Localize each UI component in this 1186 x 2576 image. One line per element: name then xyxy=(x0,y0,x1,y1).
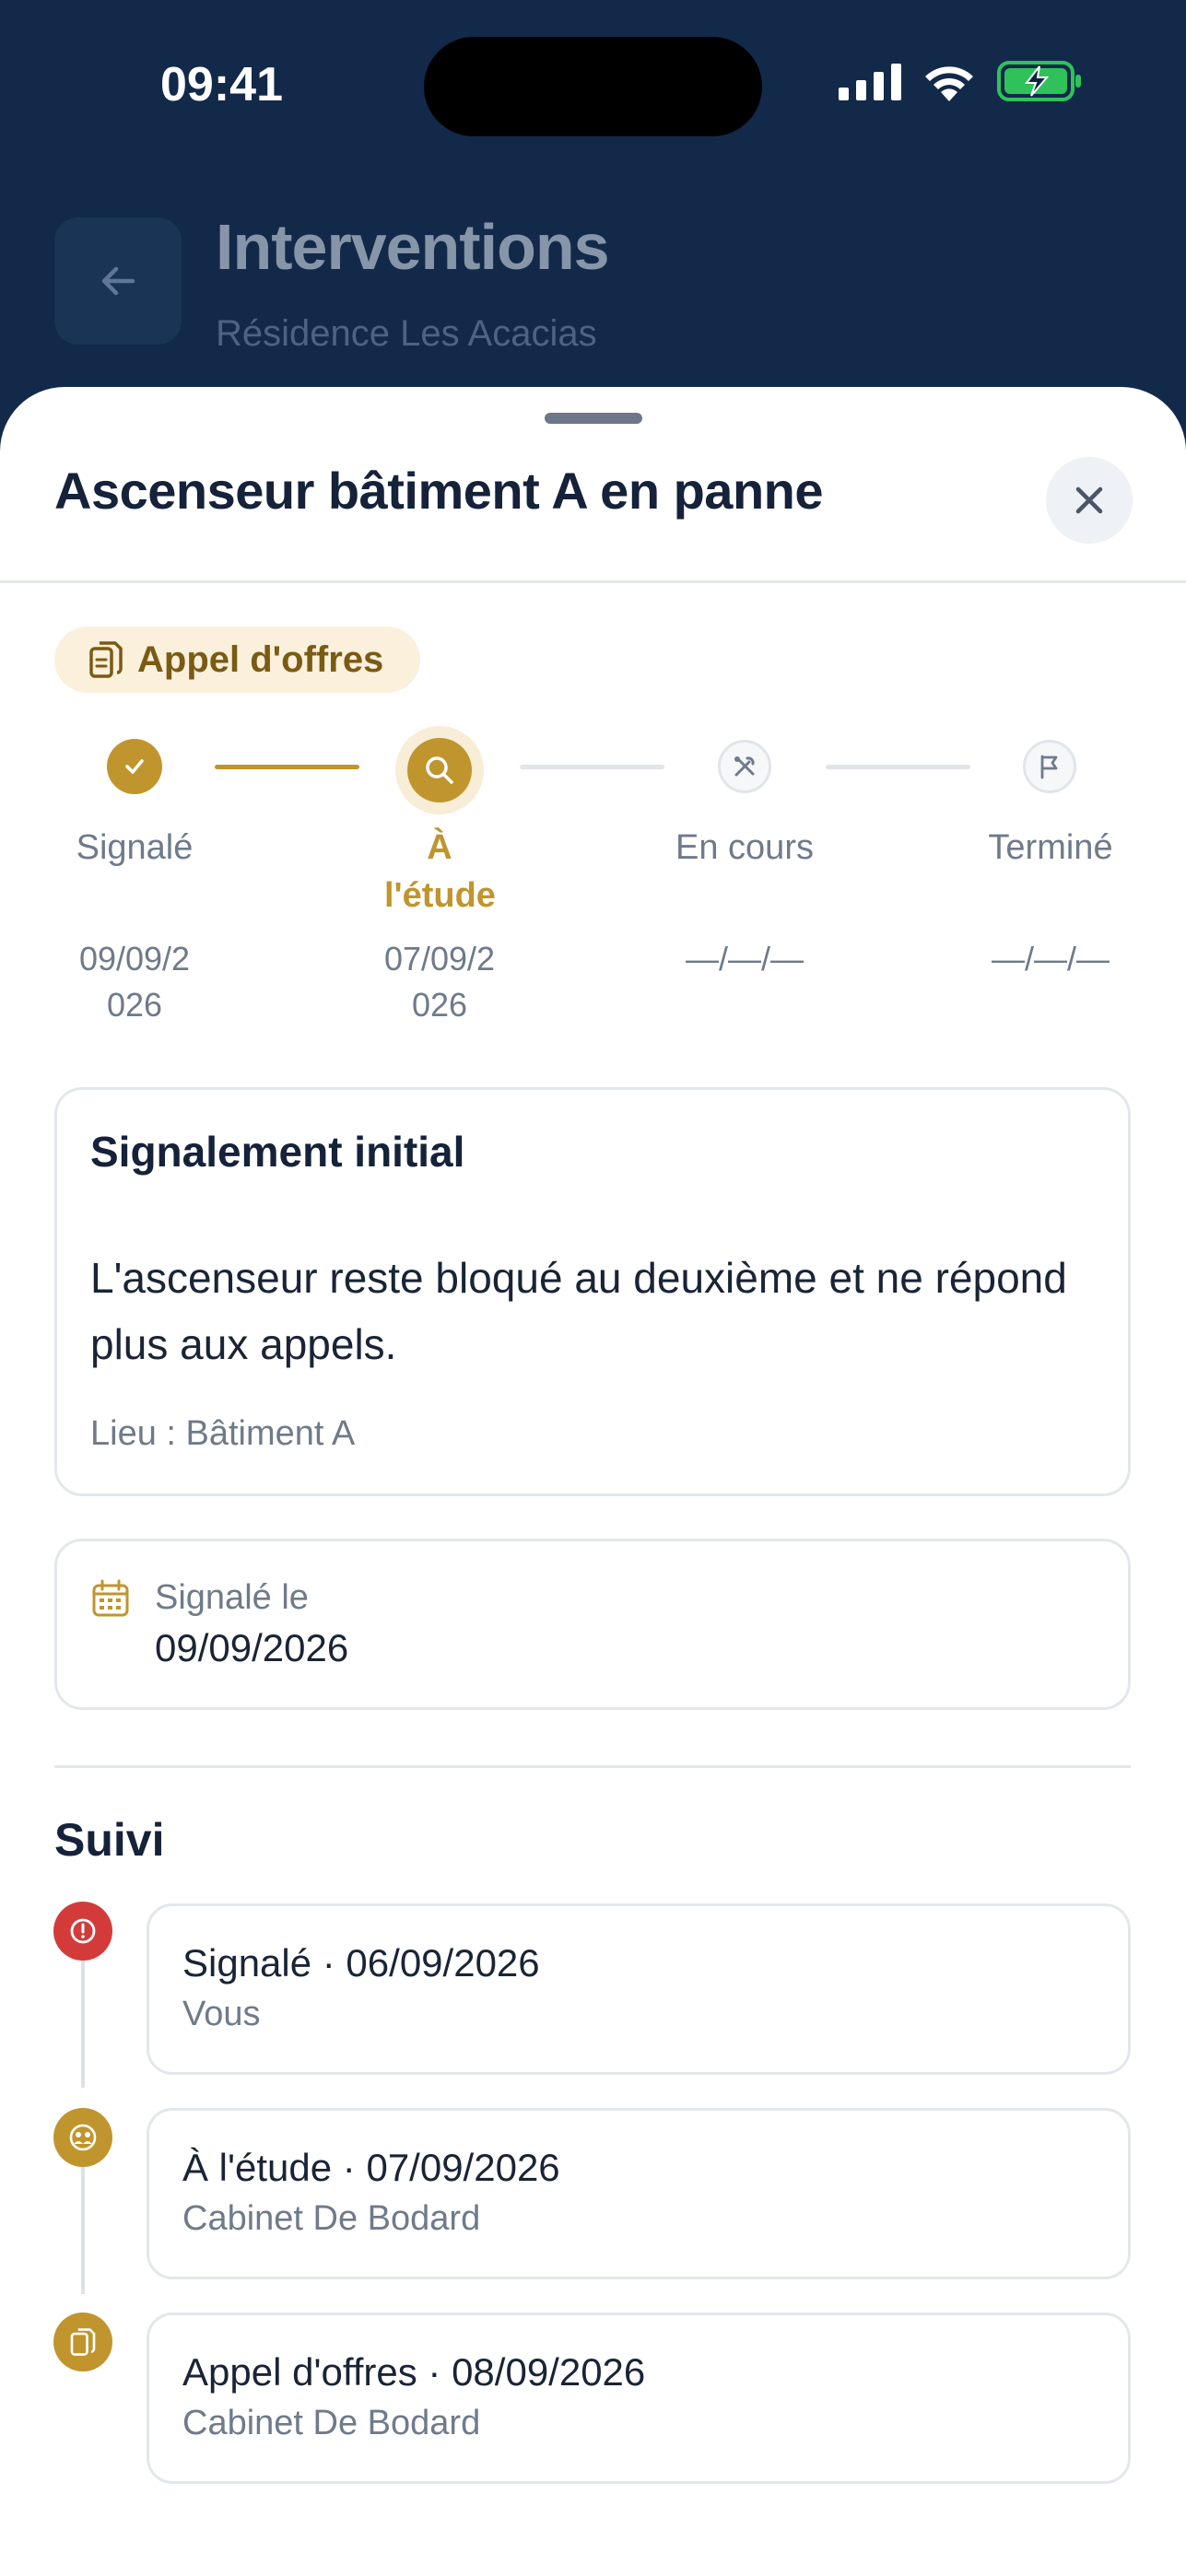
step-pending-circle xyxy=(1023,740,1076,793)
status-bar: 09:41 xyxy=(0,0,1186,175)
sheet-title: Ascenseur bâtiment A en panne xyxy=(54,462,824,520)
reported-date-card: Signalé le 09/09/2026 xyxy=(54,1539,1131,1710)
cellular-signal-icon xyxy=(839,64,901,100)
status-badge: Appel d'offres xyxy=(54,626,421,693)
check-icon xyxy=(125,759,144,774)
step-date: 07/09/2026 xyxy=(383,940,496,1024)
status-icons xyxy=(839,61,1082,101)
timeline-item: À l'étude · 07/09/2026 Cabinet De Bodard xyxy=(147,2108,1131,2279)
report-description: L'ascenseur reste bloqué au deuxième et … xyxy=(90,1254,1067,1368)
step-connector xyxy=(215,765,359,769)
step-date: —/—/— xyxy=(685,940,804,978)
status-time: 09:41 xyxy=(160,58,283,111)
timeline-item-author: Cabinet De Bodard xyxy=(182,2404,481,2442)
page-subtitle: Résidence Les Acacias xyxy=(216,313,597,354)
timeline-dot-study xyxy=(53,2108,112,2167)
step-label: Terminé xyxy=(988,828,1113,867)
step-pending-circle xyxy=(718,740,771,793)
step-date: 09/09/2026 xyxy=(78,940,191,1024)
tools-icon xyxy=(734,756,755,777)
documents-icon xyxy=(70,2328,96,2356)
step-label: En cours xyxy=(675,828,814,867)
dynamic-island xyxy=(424,37,762,136)
wifi-icon xyxy=(925,66,973,101)
step-done-circle xyxy=(107,739,162,794)
report-location: Lieu : Bâtiment A xyxy=(90,1414,356,1453)
step-active-inner xyxy=(407,738,472,802)
close-icon xyxy=(1075,486,1103,514)
initial-report-card: Signalement initial L'ascenseur reste bl… xyxy=(54,1087,1131,1496)
search-icon xyxy=(426,756,453,784)
timeline-dot-tender xyxy=(53,2313,112,2371)
timeline-item-author: Vous xyxy=(182,1995,261,2033)
timeline-item: Signalé · 06/09/2026 Vous xyxy=(147,1903,1131,2075)
back-button[interactable] xyxy=(54,217,182,345)
header-separator xyxy=(0,580,1186,583)
step-date: —/—/— xyxy=(991,940,1110,978)
step-label: Signalé xyxy=(76,828,194,867)
timeline-item-author: Cabinet De Bodard xyxy=(182,2199,481,2238)
timeline-title: Suivi xyxy=(54,1814,165,1866)
timeline-item-text: À l'étude · 07/09/2026 xyxy=(182,2146,560,2189)
report-title: Signalement initial xyxy=(90,1128,465,1176)
intervention-detail-sheet: Ascenseur bâtiment A en panne Appel d'of… xyxy=(0,387,1186,2576)
documents-icon xyxy=(89,641,123,678)
sheet-grabber[interactable] xyxy=(545,413,642,424)
timeline-item-text: Appel d'offres · 08/09/2026 xyxy=(182,2350,646,2394)
alert-icon xyxy=(70,1918,96,1944)
step-connector xyxy=(520,765,664,769)
reported-date-label: Signalé le xyxy=(155,1578,309,1617)
timeline-item: Appel d'offres · 08/09/2026 Cabinet De B… xyxy=(147,2313,1131,2484)
step-active-circle xyxy=(395,726,484,814)
step-connector xyxy=(826,765,970,769)
timeline-dot-alert xyxy=(53,1902,112,1961)
timeline-item-text: Signalé · 06/09/2026 xyxy=(182,1941,540,1985)
calendar-icon xyxy=(92,1579,129,1617)
arrow-left-icon xyxy=(101,266,135,296)
battery-charging-icon xyxy=(997,61,1081,101)
section-divider xyxy=(54,1765,1131,1768)
flag-icon xyxy=(1040,755,1058,779)
reported-date-value: 09/09/2026 xyxy=(155,1626,349,1669)
people-icon xyxy=(69,2124,97,2151)
status-badge-label: Appel d'offres xyxy=(137,638,384,680)
step-label: À l'étude xyxy=(384,828,496,915)
page-title: Interventions xyxy=(216,211,610,283)
close-button[interactable] xyxy=(1046,457,1133,544)
